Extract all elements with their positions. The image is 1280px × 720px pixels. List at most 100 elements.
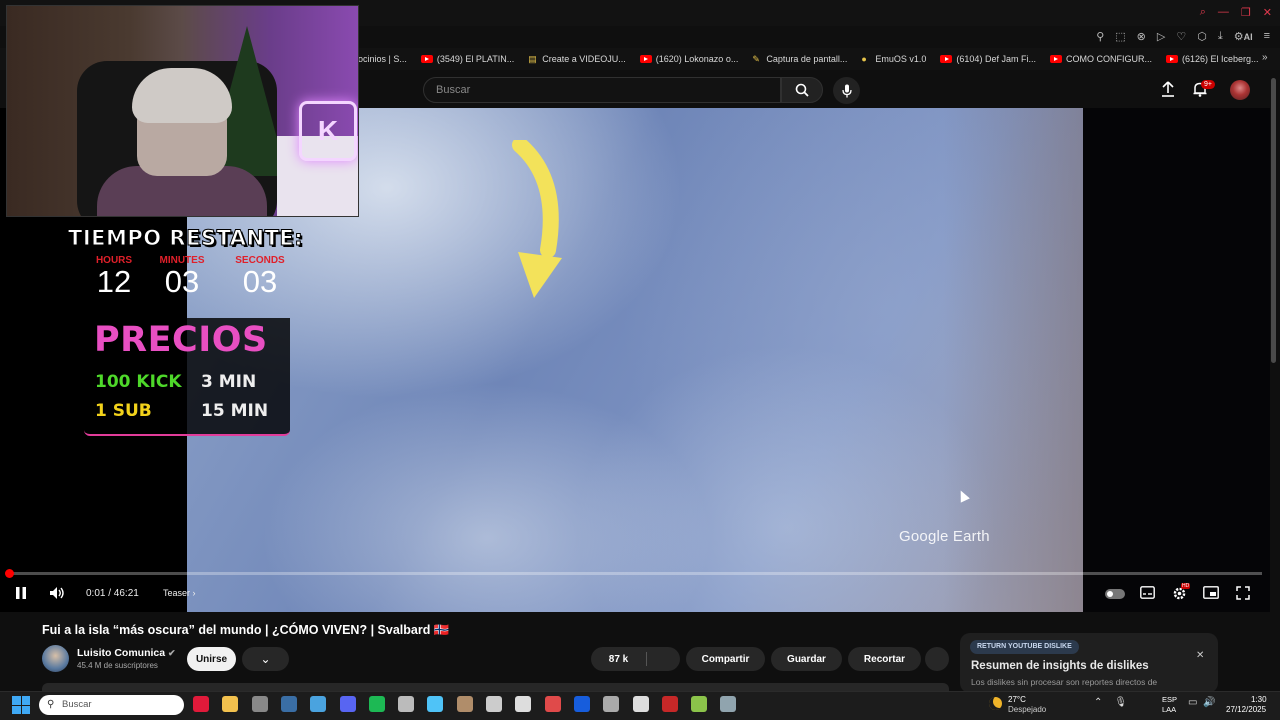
- restore-icon[interactable]: ❐: [1241, 6, 1251, 19]
- minimize-icon[interactable]: —: [1218, 6, 1229, 19]
- notepad-icon[interactable]: [427, 696, 444, 712]
- shield-app-icon[interactable]: [310, 696, 327, 712]
- network-icon[interactable]: ▭: [1188, 697, 1197, 708]
- menu-icon[interactable]: ≡: [1264, 30, 1270, 43]
- share-button[interactable]: Compartir: [686, 647, 765, 671]
- pin-icon[interactable]: ⚲: [1096, 30, 1104, 43]
- g-app-icon[interactable]: [515, 696, 532, 712]
- clock-time[interactable]: 1:30: [1251, 695, 1267, 704]
- microphone-icon[interactable]: 🎙: [1114, 697, 1127, 708]
- search-icon[interactable]: ⌕: [1200, 6, 1206, 19]
- video-editor-icon[interactable]: [661, 696, 678, 712]
- fullscreen-button[interactable]: [1236, 586, 1250, 603]
- search-button[interactable]: [781, 77, 823, 103]
- input-language[interactable]: ESP: [1162, 695, 1177, 704]
- screenshot-icon[interactable]: ⬚: [1115, 30, 1125, 43]
- volume-button[interactable]: [49, 586, 65, 603]
- progress-scrubber[interactable]: [5, 569, 14, 578]
- progress-bar[interactable]: [8, 572, 1262, 575]
- youtube-icon: [639, 55, 652, 63]
- bookmark-item[interactable]: (6126) El Iceberg...: [1165, 54, 1259, 64]
- streamer-webcam: K: [6, 5, 359, 217]
- price-duration: 3 MIN: [201, 372, 257, 392]
- play-icon[interactable]: ▷: [1157, 30, 1165, 43]
- windows-start-icon[interactable]: [12, 696, 30, 714]
- subscriber-count: 45.4 M de suscriptores: [77, 661, 158, 670]
- game-app-icon[interactable]: [456, 696, 473, 712]
- upload-icon[interactable]: [1160, 81, 1176, 102]
- notification-count-badge: 9+: [1201, 80, 1215, 89]
- pause-button[interactable]: [15, 586, 27, 603]
- subtitles-button[interactable]: [1140, 586, 1155, 602]
- discord-icon[interactable]: [339, 696, 356, 712]
- screenshot-app-icon[interactable]: [720, 696, 737, 712]
- block-icon[interactable]: ⊗: [1137, 30, 1146, 43]
- close-icon[interactable]: ✕: [1263, 6, 1272, 19]
- dolphin-app-icon[interactable]: [398, 696, 415, 712]
- spotify-icon[interactable]: [368, 696, 385, 712]
- bookmark-item[interactable]: COMO CONFIGUR...: [1049, 54, 1152, 64]
- ryd-badge: RETURN YOUTUBE DISLIKE: [970, 640, 1079, 654]
- more-actions-button[interactable]: [925, 647, 949, 671]
- chrome-icon[interactable]: [251, 696, 268, 712]
- join-button[interactable]: Unirse: [187, 647, 236, 671]
- clip-button[interactable]: Recortar: [848, 647, 921, 671]
- weather-moon-icon[interactable]: [989, 697, 1002, 710]
- pause-icon: [16, 587, 26, 599]
- system-tray: ⌃ 🎙: [1094, 697, 1127, 708]
- page-scrollbar[interactable]: [1271, 78, 1276, 363]
- timer-seconds: SECONDS 03: [230, 255, 290, 298]
- chevron-up-icon[interactable]: ⌃: [1094, 697, 1102, 708]
- ai-icon[interactable]: ⚙AI: [1234, 30, 1253, 43]
- bookmark-item[interactable]: ▤ Create a VIDEOJU...: [528, 54, 626, 64]
- opera-gx-icon[interactable]: [193, 696, 209, 712]
- bitwarden-icon[interactable]: [573, 696, 590, 712]
- account-avatar[interactable]: [1230, 80, 1250, 100]
- record-app-icon[interactable]: [544, 696, 561, 712]
- channel-avatar[interactable]: [42, 645, 69, 672]
- miniplayer-button[interactable]: [1203, 586, 1219, 602]
- file-explorer-icon[interactable]: [222, 696, 239, 712]
- autoplay-toggle[interactable]: [1105, 589, 1125, 599]
- bookmark-item[interactable]: (3549) El PLATIN...: [420, 54, 515, 64]
- bookmark-label: (3549) El PLATIN...: [436, 54, 515, 64]
- bookmark-item[interactable]: ocinios | S...: [358, 54, 407, 64]
- speaker-icon[interactable]: 🔊: [1203, 697, 1215, 708]
- settings-hd-badge: HD: [1181, 583, 1191, 589]
- car-app-icon[interactable]: [486, 696, 502, 712]
- close-icon[interactable]: ✕: [1196, 650, 1204, 661]
- save-button[interactable]: Guardar: [771, 647, 842, 671]
- obs-icon[interactable]: [632, 696, 649, 712]
- like-button[interactable]: 87 k: [591, 647, 680, 671]
- microphone-icon: [841, 84, 852, 97]
- bookmark-item[interactable]: (1620) Lokonazo o...: [639, 54, 739, 64]
- search-input[interactable]: Buscar: [423, 77, 781, 103]
- like-dislike-divider: [646, 652, 647, 666]
- video-title: Fui a la isla “más oscura” del mundo | ¿…: [42, 623, 450, 637]
- bookmark-item[interactable]: (6104) Def Jam Fi...: [940, 54, 1036, 64]
- price-item: 1 SUB: [95, 401, 152, 421]
- bluestacks-icon[interactable]: [691, 696, 708, 712]
- clock-date[interactable]: 27/12/2025: [1226, 705, 1266, 714]
- pen-icon: ✎: [752, 54, 760, 64]
- bookmark-item[interactable]: ✎ Captura de pantall...: [752, 54, 847, 64]
- price-duration: 15 MIN: [201, 401, 269, 421]
- bookmark-label: (1620) Lokonazo o...: [655, 54, 739, 64]
- settings-button[interactable]: HD: [1172, 583, 1191, 604]
- bookmarks-overflow-icon[interactable]: »: [1262, 52, 1268, 63]
- steam-icon[interactable]: [280, 696, 297, 712]
- pen-app-icon[interactable]: [603, 696, 620, 712]
- download-icon[interactable]: ⤓: [1218, 30, 1223, 43]
- search-icon: ⚲: [47, 699, 55, 710]
- extensions-icon[interactable]: ⬡: [1197, 30, 1207, 43]
- description-box[interactable]: [42, 683, 949, 691]
- bookmark-item[interactable]: ● EmuOS v1.0: [861, 54, 926, 64]
- channel-name[interactable]: Luisito Comunica ✔: [77, 647, 176, 659]
- voice-search-button[interactable]: [833, 77, 860, 104]
- browser-toolbar-icons: ⚲ ⬚ ⊗ ▷ ♡ ⬡ ⤓ ⚙AI ≡: [1096, 30, 1270, 43]
- heart-icon[interactable]: ♡: [1176, 30, 1186, 43]
- chapter-button[interactable]: Teaser ›: [163, 588, 196, 598]
- subscription-options-button[interactable]: ⌄: [242, 647, 289, 671]
- taskbar-search-input[interactable]: ⚲ Buscar: [39, 695, 184, 715]
- ai-label: AI: [1243, 32, 1253, 42]
